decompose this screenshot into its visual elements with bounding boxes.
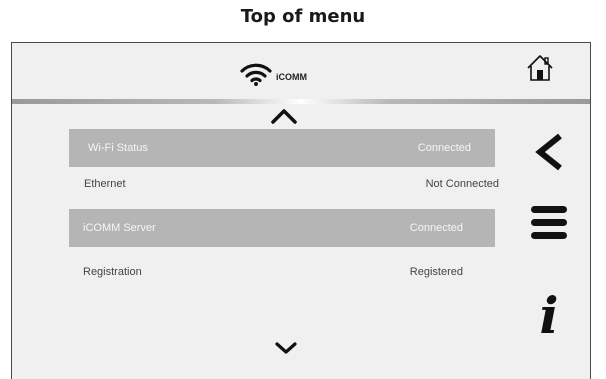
- network-label: iCOMM: [276, 72, 307, 82]
- home-icon[interactable]: [525, 53, 555, 83]
- row-label: Registration: [83, 266, 142, 278]
- status-row-server[interactable]: iCOMM Server Connected: [69, 209, 495, 247]
- hamburger-menu-icon[interactable]: [525, 204, 573, 242]
- network-status: iCOMM: [240, 61, 307, 87]
- header-bar: iCOMM: [12, 43, 590, 99]
- row-value: Not Connected: [425, 178, 499, 190]
- status-row-registration[interactable]: Registration Registered: [69, 256, 495, 294]
- header-divider: [12, 99, 590, 104]
- page-caption: Top of menu: [240, 6, 366, 27]
- row-value: Registered: [409, 266, 463, 278]
- chevron-down-icon[interactable]: [274, 341, 298, 355]
- device-screen: iCOMM Wi-Fi Status Connected Ethernet No…: [11, 42, 591, 379]
- status-row-wifi[interactable]: Wi-Fi Status Connected: [69, 129, 495, 167]
- row-label: Ethernet: [84, 178, 126, 190]
- info-icon[interactable]: i: [527, 291, 571, 341]
- wifi-icon: [240, 63, 272, 86]
- row-label: iCOMM Server: [83, 222, 156, 234]
- row-value: Connected: [409, 222, 463, 234]
- row-label: Wi-Fi Status: [88, 142, 148, 154]
- chevron-left-icon[interactable]: [532, 132, 566, 172]
- status-row-ethernet[interactable]: Ethernet Not Connected: [69, 171, 499, 209]
- chevron-up-icon[interactable]: [270, 108, 298, 124]
- row-value: Connected: [417, 142, 471, 154]
